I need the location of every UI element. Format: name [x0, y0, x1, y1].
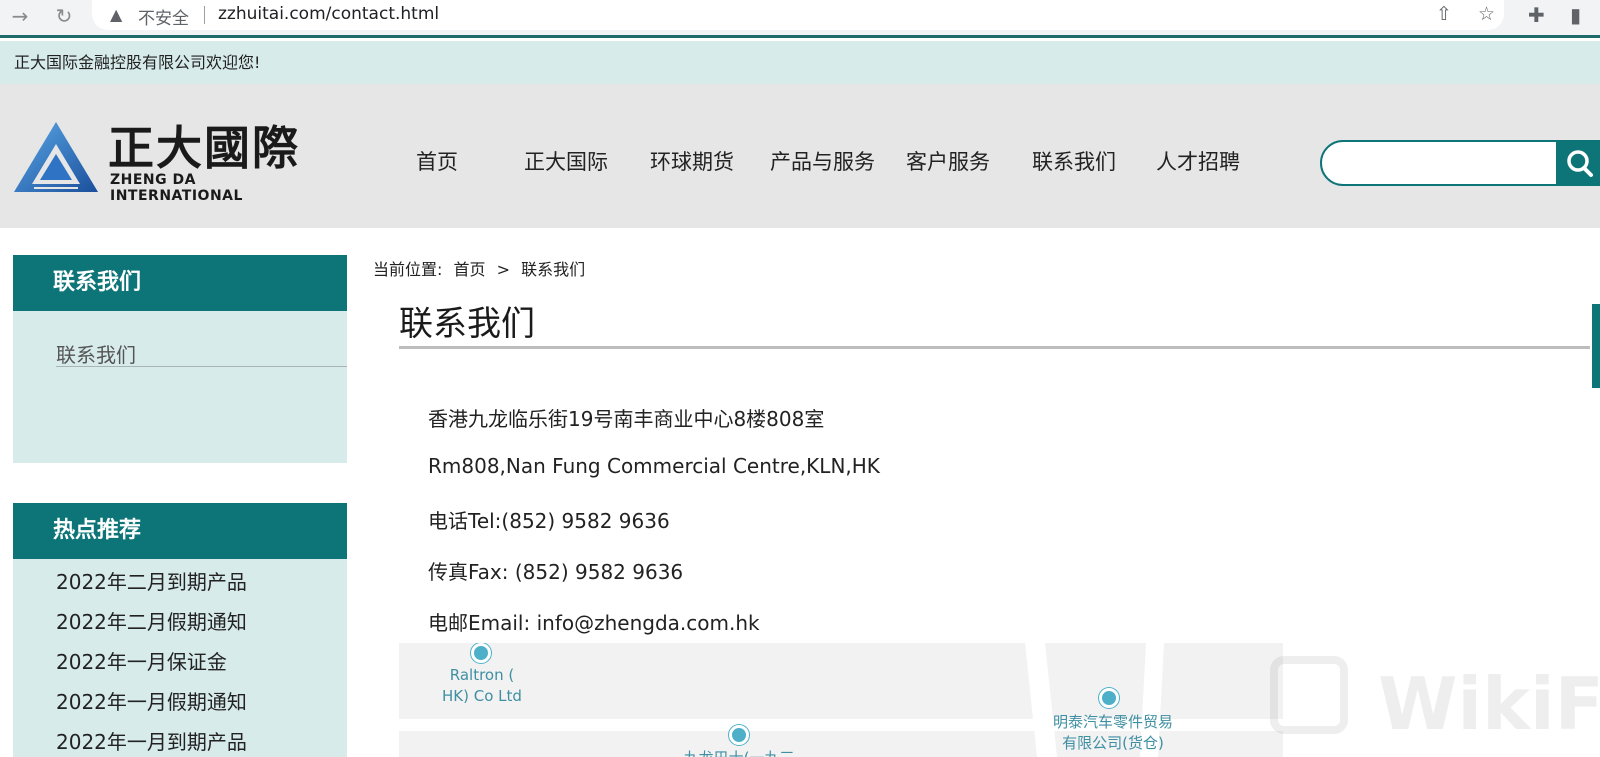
sidebar-divider: [56, 366, 347, 367]
nav-item-futures[interactable]: 环球期货: [620, 84, 740, 228]
sidepanel-icon[interactable]: ▮: [1570, 3, 1581, 27]
nav-item-home[interactable]: 首页: [392, 84, 496, 228]
nav-item-service[interactable]: 客户服务: [876, 84, 1000, 228]
map-pin-icon[interactable]: [1099, 688, 1119, 708]
nav-item-contact[interactable]: 联系我们: [1000, 84, 1124, 228]
watermark: WikiFX: [1270, 652, 1600, 757]
sidebar-contact-panel: [13, 311, 347, 463]
welcome-bar: 正大国际金融控股有限公司欢迎您!: [0, 41, 1600, 84]
site-logo[interactable]: 正大國際 ZHENG DA INTERNATIONAL: [14, 120, 304, 204]
bookmark-star-icon[interactable]: ☆: [1478, 3, 1495, 25]
map-pin-icon[interactable]: [729, 725, 749, 745]
insecure-label: 不安全: [138, 9, 189, 29]
extensions-icon[interactable]: ✚: [1528, 3, 1545, 27]
sidebar-contact-heading: 联系我们: [13, 255, 347, 311]
title-divider: [399, 346, 1590, 349]
share-icon[interactable]: ⇧: [1436, 3, 1452, 25]
breadcrumb-current: 联系我们: [521, 260, 586, 279]
sidebar-link-contact[interactable]: 联系我们: [56, 339, 136, 368]
watermark-text: WikiFX: [1378, 662, 1600, 746]
reload-icon[interactable]: ↻: [52, 4, 76, 28]
hot-item[interactable]: 2022年一月保证金: [56, 646, 227, 675]
breadcrumb-prefix: 当前位置:: [373, 260, 443, 279]
breadcrumb-separator: >: [496, 260, 511, 279]
page-title: 联系我们: [399, 304, 535, 344]
search-button[interactable]: [1556, 140, 1600, 186]
site-header: 正大國際 ZHENG DA INTERNATIONAL 首页 正大国际 环球期货…: [0, 84, 1600, 228]
url-text[interactable]: zzhuitai.com/contact.html: [218, 4, 439, 24]
map-label-mingtai: 明泰汽车零件贸易 有限公司(货仓): [1052, 713, 1173, 752]
forward-icon[interactable]: →: [8, 4, 32, 28]
map-label-kmb: 九龙巴士(一九三: [659, 748, 819, 757]
url-separator: [204, 6, 205, 24]
hot-item[interactable]: 2022年二月到期产品: [56, 566, 247, 595]
search-input[interactable]: [1320, 140, 1560, 186]
warning-icon: ▲: [110, 5, 123, 24]
logo-chinese-text: 正大國際: [108, 121, 300, 175]
watermark-logo-icon: [1270, 656, 1348, 734]
browser-toolbar: → ↻ ▲ 不安全 zzhuitai.com/contact.html ⇧ ☆ …: [0, 0, 1600, 38]
location-map[interactable]: Raltron ( HK) Co Ltd 明泰汽车零件贸易 有限公司(货仓) 九…: [399, 643, 1283, 757]
search-icon: [1567, 150, 1593, 177]
breadcrumb-home-link[interactable]: 首页: [454, 256, 486, 280]
hot-item[interactable]: 2022年一月假期通知: [56, 686, 247, 715]
email-line[interactable]: 电邮Email: info@zhengda.com.hk: [428, 607, 760, 636]
hot-item[interactable]: 2022年一月到期产品: [56, 726, 247, 755]
address-cn: 香港九龙临乐街19号南丰商业中心8楼808室: [428, 407, 825, 431]
nav-item-careers[interactable]: 人才招聘: [1124, 84, 1248, 228]
fax-line: 传真Fax: (852) 9582 9636: [428, 560, 684, 584]
logo-english-text: ZHENG DA INTERNATIONAL: [110, 172, 243, 204]
address-bar[interactable]: ▲ 不安全 zzhuitai.com/contact.html ⇧ ☆: [92, 0, 1504, 30]
sidebar-hot-heading: 热点推荐: [13, 503, 347, 559]
right-edge-accent: [1592, 304, 1600, 388]
map-pin-icon[interactable]: [471, 643, 491, 663]
breadcrumb: 当前位置: 首页 > 联系我们: [373, 256, 585, 280]
logo-triangle-icon: [14, 122, 98, 192]
main-nav: 首页 正大国际 环球期货 产品与服务 客户服务 联系我们 人才招聘: [392, 84, 1248, 228]
map-label-raltron: Raltron ( HK) Co Ltd: [442, 666, 522, 705]
hot-item[interactable]: 2022年二月假期通知: [56, 606, 247, 635]
nav-item-products[interactable]: 产品与服务: [740, 84, 876, 228]
address-en: Rm808,Nan Fung Commercial Centre,KLN,HK: [428, 454, 880, 478]
phone-line: 电话Tel:(852) 9582 9636: [428, 509, 670, 533]
nav-item-zhengda[interactable]: 正大国际: [496, 84, 620, 228]
